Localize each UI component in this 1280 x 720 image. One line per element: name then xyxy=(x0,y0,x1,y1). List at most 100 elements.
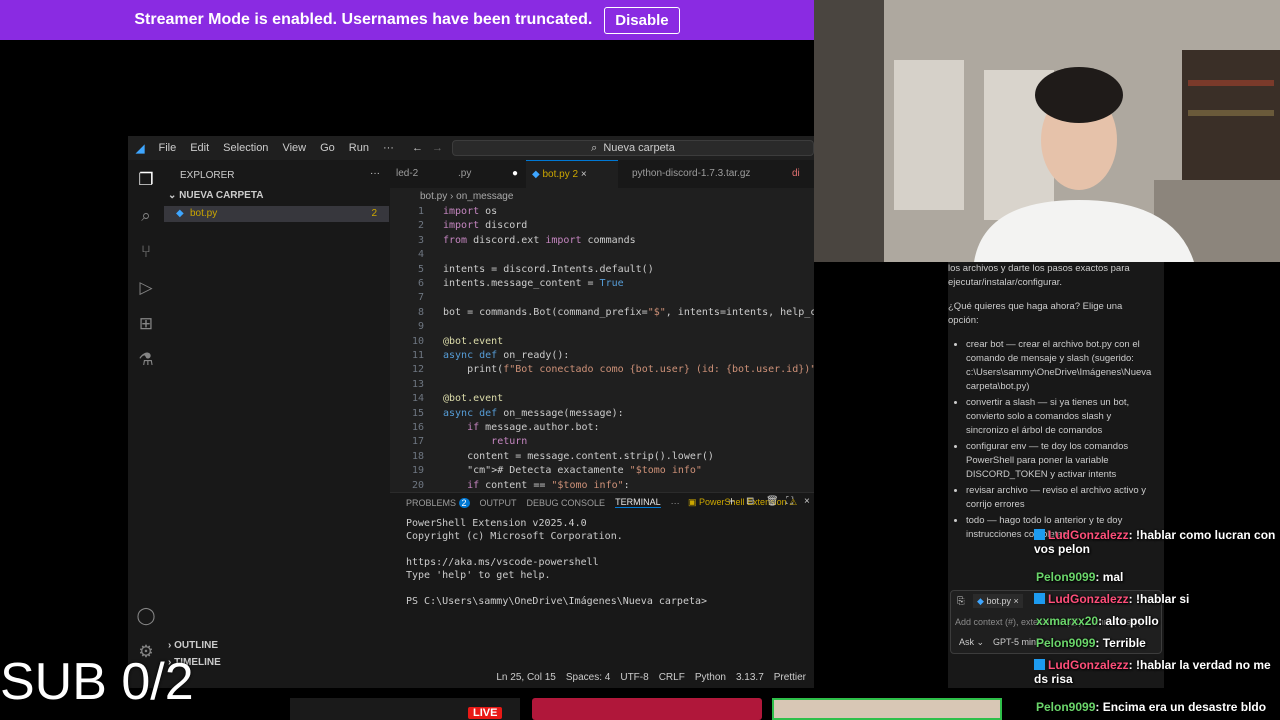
trash-icon[interactable]: 🗑 xyxy=(766,496,779,507)
code-line: async def on_ready(): xyxy=(443,350,570,361)
live-badge: LIVE xyxy=(468,707,503,719)
tab-python-discord-archive[interactable]: python-discord-1.7.3.tar.gz xyxy=(626,160,756,188)
banner-message: Streamer Mode is enabled. Usernames have… xyxy=(134,11,593,28)
chat-text: : Terrible xyxy=(1095,636,1146,650)
outline-section[interactable]: › OUTLINE xyxy=(168,640,218,651)
menu-edit[interactable]: Edit xyxy=(190,142,217,154)
outline-label: OUTLINE xyxy=(174,640,219,651)
line-number: 6 xyxy=(417,278,424,289)
menu-more[interactable]: ··· xyxy=(383,142,402,154)
chat-intro: los archivos y darte los pasos exactos p… xyxy=(948,263,1130,288)
terminal-line: Type 'help' to get help. xyxy=(406,570,551,581)
line-number: 4 xyxy=(417,249,424,261)
tab-di[interactable]: di xyxy=(786,160,806,188)
line-number: 20 xyxy=(411,479,424,491)
tab-py[interactable]: .py xyxy=(452,160,477,188)
chat-message: Pelon9099: Encima era un desastre bldo xyxy=(1036,700,1280,714)
tab-problems[interactable]: PROBLEMS 2 xyxy=(406,497,470,508)
status-item[interactable]: Ln 25, Col 15 xyxy=(496,672,556,683)
maximize-panel-icon[interactable]: ⛶ xyxy=(786,496,793,507)
code-line: if content == "$tomo info": xyxy=(467,479,630,491)
panel-more[interactable]: ··· xyxy=(671,498,680,508)
webcam-image xyxy=(814,0,1280,262)
explorer-icon[interactable]: ❐ xyxy=(136,170,156,190)
explorer-more-icon[interactable]: ··· xyxy=(370,168,380,179)
tab-terminal[interactable]: TERMINAL xyxy=(615,497,661,508)
run-debug-icon[interactable]: ▷ xyxy=(136,278,156,298)
menu-file[interactable]: File xyxy=(158,142,184,154)
code-editor[interactable]: 1 import os 2 import discord 3 from discord.e… xyxy=(390,206,814,492)
terminal-icon: ▣ xyxy=(688,497,697,507)
extensions-icon[interactable]: ⊞ xyxy=(136,314,156,334)
line-number: 12 xyxy=(411,364,424,376)
source-control-icon[interactable]: ⑂ xyxy=(136,242,156,262)
chat-option: configurar env — te doy los comandos Pow… xyxy=(966,440,1152,482)
file-row-bot-py[interactable]: ◆ bot.py 2 xyxy=(164,206,389,222)
menu-run[interactable]: Run xyxy=(349,142,377,154)
status-item[interactable]: 3.13.7 xyxy=(736,672,764,683)
line-number: 5 xyxy=(417,263,424,275)
mode-dropdown[interactable]: Ask ⌄ xyxy=(959,635,984,649)
line-number: 11 xyxy=(411,350,424,361)
status-item[interactable]: Python xyxy=(695,672,726,683)
chat-username: LudGonzalezz xyxy=(1048,528,1129,542)
attach-clip-icon[interactable]: ⎘ xyxy=(957,595,965,609)
problems-count-badge: 2 xyxy=(458,497,470,508)
line-number: 7 xyxy=(417,292,424,304)
line-number: 2 xyxy=(417,220,424,232)
chat-message: LudGonzalezz: !hablar si xyxy=(1034,592,1278,606)
terminal-selector[interactable]: ▣ PowerShell Extension ⚠ xyxy=(688,497,797,508)
line-number: 16 xyxy=(411,422,424,433)
terminal-output[interactable]: PowerShell Extension v2025.4.0 Copyright … xyxy=(406,517,707,608)
status-item[interactable]: Prettier xyxy=(774,672,806,683)
breadcrumb-symbol[interactable]: on_message xyxy=(456,191,513,202)
menu-view[interactable]: View xyxy=(282,142,314,154)
context-chip[interactable]: ◆ bot.py × xyxy=(973,594,1023,608)
chat-message: Pelon9099: Terrible xyxy=(1036,636,1280,650)
code-line: bot = commands.Bot(command_prefix="$", i… xyxy=(443,306,814,318)
terminal-line: https://aka.ms/vscode-powershell xyxy=(406,557,599,568)
code-line: content = message.content.strip().lower(… xyxy=(443,450,714,462)
menu-selection[interactable]: Selection xyxy=(223,142,276,154)
breadcrumb-file[interactable]: bot.py xyxy=(420,191,447,202)
forward-arrow-icon[interactable]: → xyxy=(432,142,443,154)
status-item[interactable]: Spaces: 4 xyxy=(566,672,610,683)
badge-icon xyxy=(1034,593,1045,604)
status-items: Ln 25, Col 15 Spaces: 4 UTF-8 CRLF Python 3.1… xyxy=(496,672,806,683)
line-number: 3 xyxy=(417,234,424,246)
disable-button[interactable]: Disable xyxy=(604,6,680,34)
close-icon[interactable]: × xyxy=(581,169,587,180)
folder-node[interactable]: ⌄ NUEVA CARPETA xyxy=(168,190,263,201)
line-number: 8 xyxy=(417,306,424,318)
new-terminal-icon[interactable]: + xyxy=(728,494,735,508)
search-icon[interactable]: ⌕ xyxy=(136,206,156,226)
webcam-feed xyxy=(814,0,1280,262)
bottom-panel: PROBLEMS 2 OUTPUT DEBUG CONSOLE TERMINAL… xyxy=(390,492,814,669)
account-icon[interactable]: ◯ xyxy=(136,606,156,626)
tab-led-2[interactable]: led-2 xyxy=(390,160,424,188)
split-terminal-icon[interactable]: ⊟ xyxy=(746,496,754,507)
terminal-line: PowerShell Extension v2025.4.0 xyxy=(406,518,587,529)
vscode-window: ◢ File Edit Selection View Go Run ··· ← … xyxy=(128,136,814,688)
command-center[interactable]: ⌕ Nueva carpeta xyxy=(452,140,814,156)
tab-debug-console[interactable]: DEBUG CONSOLE xyxy=(527,498,606,508)
menu-go[interactable]: Go xyxy=(320,142,343,154)
testing-flask-icon[interactable]: ⚗ xyxy=(136,350,156,370)
tab-bot-py[interactable]: ◆ bot.py 2 × xyxy=(526,160,618,188)
status-item[interactable]: CRLF xyxy=(659,672,685,683)
code-line: import os xyxy=(443,206,498,217)
panel-tabs: PROBLEMS 2 OUTPUT DEBUG CONSOLE TERMINAL… xyxy=(406,497,680,508)
code-line: return xyxy=(491,436,528,448)
back-arrow-icon[interactable]: ← xyxy=(412,142,423,154)
status-bar: Ln 25, Col 15 Spaces: 4 UTF-8 CRLF Python 3.1… xyxy=(390,668,814,688)
status-item[interactable]: UTF-8 xyxy=(620,672,648,683)
file-problem-badge: 2 xyxy=(371,208,377,219)
chevron-down-icon: ⌄ xyxy=(168,190,177,201)
close-panel-icon[interactable]: × xyxy=(804,496,810,507)
python-file-icon: ◆ xyxy=(977,596,984,606)
tab-output[interactable]: OUTPUT xyxy=(480,498,517,508)
chat-options: crear bot — crear el archivo bot.py con … xyxy=(948,338,1152,542)
context-chip-label: bot.py xyxy=(986,596,1011,606)
line-number: 18 xyxy=(411,450,424,462)
